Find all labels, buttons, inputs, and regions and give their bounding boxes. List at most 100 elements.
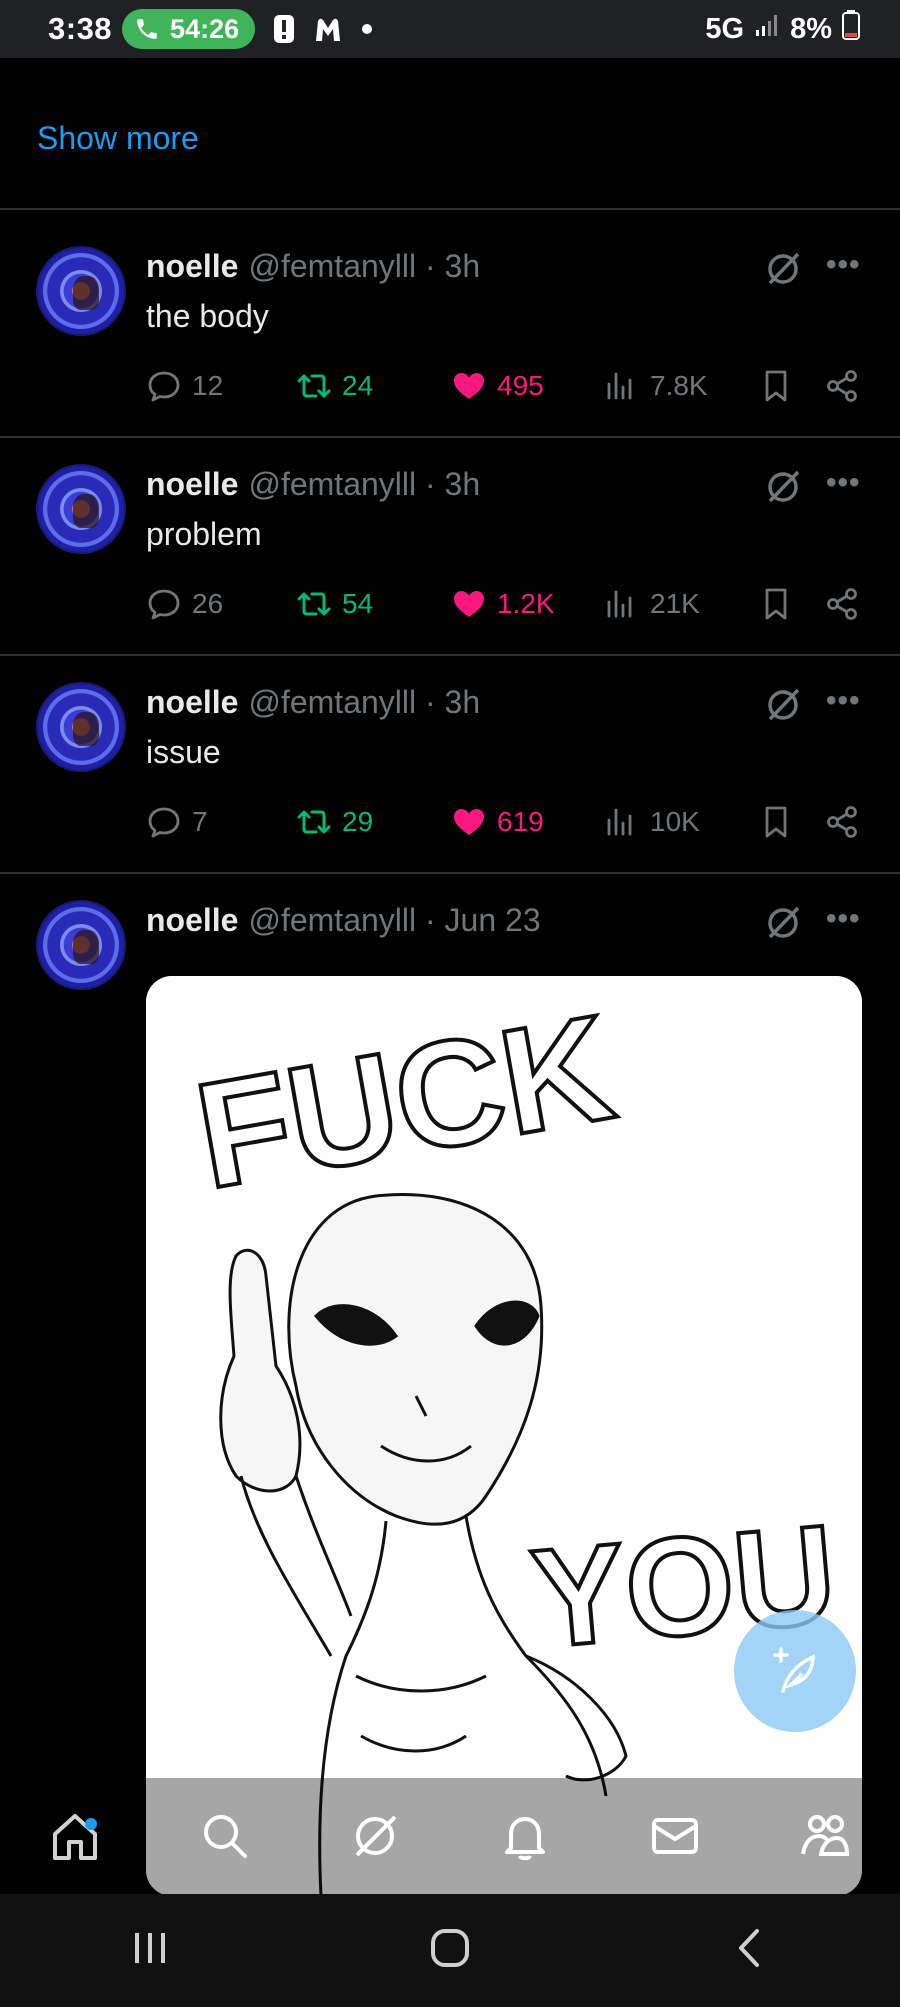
home-notification-dot: [85, 1818, 97, 1830]
views-icon: [607, 372, 632, 400]
avatar[interactable]: [36, 682, 126, 772]
grok-icon[interactable]: [764, 250, 802, 288]
repost-icon: [297, 592, 331, 616]
more-options-icon[interactable]: •••: [826, 684, 861, 718]
repost-count: 54: [342, 588, 374, 619]
avatar[interactable]: [36, 464, 126, 554]
back-button[interactable]: [725, 1923, 775, 1978]
more-options-icon[interactable]: •••: [826, 466, 861, 500]
post[interactable]: noelle @femtanylll · 3h ••• the body 12 …: [0, 210, 900, 438]
grok-icon[interactable]: [764, 686, 802, 724]
share-button[interactable]: [824, 586, 860, 622]
nav-notifications[interactable]: [485, 1796, 565, 1876]
share-icon: [827, 806, 857, 838]
reply-icon: [148, 589, 180, 620]
show-more-row[interactable]: Show more: [0, 58, 900, 210]
bookmark-icon: [765, 806, 787, 838]
more-options-icon[interactable]: •••: [826, 902, 861, 936]
bookmark-button[interactable]: [758, 804, 794, 840]
like-button[interactable]: 495: [451, 368, 544, 404]
nav-messages[interactable]: [635, 1796, 715, 1876]
recents-icon: [135, 1933, 165, 1963]
share-icon: [827, 370, 857, 402]
share-button[interactable]: [824, 368, 860, 404]
views-button[interactable]: 21K: [604, 586, 700, 622]
author-name[interactable]: noelle: [146, 902, 238, 939]
author-handle: @femtanylll · 3h: [248, 248, 481, 284]
grok-icon[interactable]: [764, 904, 802, 942]
reply-button[interactable]: 26: [146, 586, 223, 622]
post-actions: 7 29 619 10K: [146, 804, 866, 844]
post[interactable]: noelle @femtanylll · 3h ••• problem 26 5…: [0, 438, 900, 656]
like-button[interactable]: 619: [451, 804, 544, 840]
nav-home[interactable]: [35, 1796, 115, 1876]
alert-icon: [273, 14, 295, 44]
post[interactable]: noelle @femtanylll · 3h ••• issue 7 29 6…: [0, 656, 900, 874]
heart-icon: [454, 373, 484, 399]
reply-count: 7: [192, 806, 208, 837]
author-name[interactable]: noelle: [146, 684, 238, 721]
post-actions: 12 24 495 7.8K: [146, 368, 866, 408]
avatar[interactable]: [36, 900, 126, 990]
show-more-link[interactable]: Show more: [37, 120, 199, 157]
heart-icon: [454, 591, 484, 617]
nav-search[interactable]: [185, 1796, 265, 1876]
like-count: 495: [497, 370, 544, 401]
author-handle: @femtanylll · 3h: [248, 466, 481, 502]
view-count: 7.8K: [650, 370, 708, 401]
views-button[interactable]: 7.8K: [604, 368, 708, 404]
bookmark-button[interactable]: [758, 586, 794, 622]
grok-icon: [355, 1815, 397, 1857]
author-name[interactable]: noelle: [146, 466, 238, 503]
more-options-icon[interactable]: •••: [826, 248, 861, 282]
post-header: noelle @femtanylll · 3h: [146, 684, 480, 721]
repost-icon: [297, 374, 331, 398]
battery-level: 8%: [790, 12, 832, 45]
nav-communities[interactable]: [785, 1796, 865, 1876]
views-button[interactable]: 10K: [604, 804, 700, 840]
recents-button[interactable]: [125, 1923, 175, 1978]
repost-button[interactable]: 54: [296, 586, 373, 622]
grok-icon[interactable]: [764, 468, 802, 506]
repost-count: 29: [342, 806, 374, 837]
like-count: 619: [497, 806, 544, 837]
repost-button[interactable]: 24: [296, 368, 373, 404]
reply-button[interactable]: 7: [146, 804, 208, 840]
status-time: 3:38: [48, 11, 113, 46]
post-header: noelle @femtanylll · 3h: [146, 466, 480, 503]
reply-count: 12: [192, 370, 224, 401]
home-circle-icon: [431, 1929, 469, 1967]
post-text: issue: [146, 734, 221, 770]
bookmark-icon: [765, 370, 787, 402]
bookmark-button[interactable]: [758, 368, 794, 404]
heart-icon: [454, 809, 484, 835]
home-system-button[interactable]: [425, 1923, 475, 1978]
share-icon: [827, 588, 857, 620]
compose-post-button[interactable]: [734, 1610, 856, 1732]
post-text: problem: [146, 516, 262, 552]
views-icon: [607, 590, 632, 618]
signal-icon: [754, 12, 780, 46]
compose-feather-icon: [773, 1647, 815, 1693]
like-button[interactable]: 1.2K: [451, 586, 555, 622]
back-icon: [739, 1929, 759, 1967]
network-type: 5G: [705, 12, 745, 45]
author-name[interactable]: noelle: [146, 248, 238, 285]
reply-icon: [148, 807, 180, 838]
nav-grok[interactable]: [335, 1796, 415, 1876]
post-text: the body: [146, 298, 269, 334]
reply-button[interactable]: 12: [146, 368, 223, 404]
status-bar: 3:38 54:26 5G 8%: [0, 0, 900, 58]
repost-button[interactable]: 29: [296, 804, 373, 840]
share-button[interactable]: [824, 804, 860, 840]
post-actions: 26 54 1.2K 21K: [146, 586, 866, 626]
malwarebytes-icon: [313, 15, 343, 43]
messages-icon: [652, 1818, 698, 1854]
call-pill[interactable]: 54:26: [122, 9, 256, 49]
post-image[interactable]: FUCK YOU: [146, 976, 862, 1896]
author-handle: @femtanylll · Jun 23: [248, 902, 541, 938]
view-count: 10K: [650, 806, 700, 837]
system-nav-bar: [0, 1894, 900, 2007]
avatar[interactable]: [36, 246, 126, 336]
author-handle: @femtanylll · 3h: [248, 684, 481, 720]
